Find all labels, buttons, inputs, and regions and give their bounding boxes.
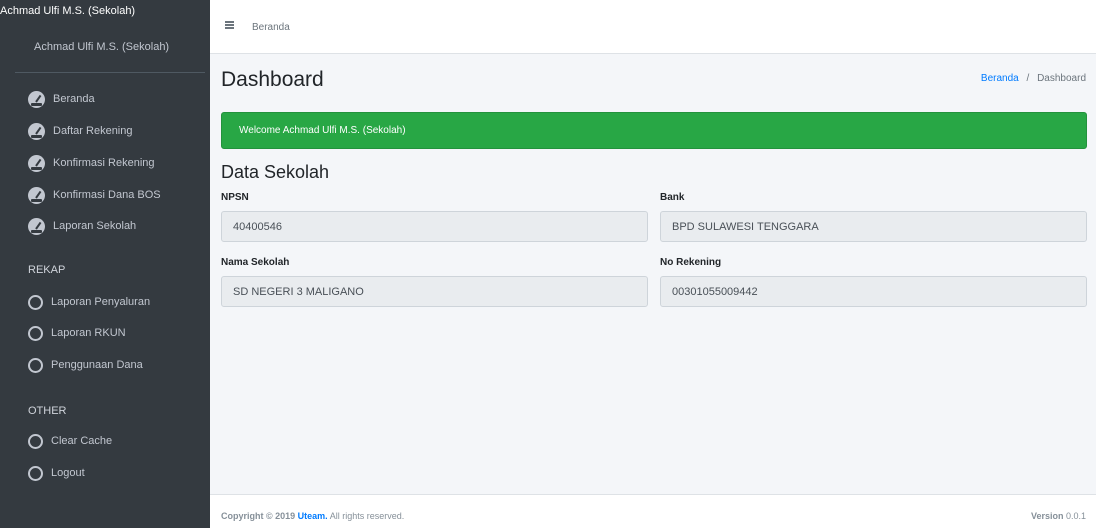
sidebar-item-laporan-rkun[interactable]: Laporan RKUN bbox=[28, 323, 126, 343]
sidebar-item-konfirmasi-dana-bos[interactable]: Konfirmasi Dana BOS bbox=[28, 185, 161, 205]
nav-link-beranda[interactable]: Beranda bbox=[252, 22, 290, 33]
top-navbar: Beranda bbox=[210, 0, 1096, 54]
breadcrumb: Beranda / Dashboard bbox=[981, 73, 1086, 84]
sidebar-divider bbox=[15, 72, 205, 73]
nama-sekolah-label: Nama Sekolah bbox=[221, 257, 290, 268]
sidebar-item-logout[interactable]: Logout bbox=[28, 463, 85, 483]
circle-icon bbox=[28, 433, 43, 449]
nama-sekolah-field[interactable] bbox=[221, 276, 648, 307]
sidebar-item-label: Konfirmasi Dana BOS bbox=[53, 189, 161, 201]
version-value: 0.0.1 bbox=[1065, 511, 1086, 521]
brand-link[interactable]: Achmad Ulfi M.S. (Sekolah) bbox=[0, 5, 135, 17]
copyright-prefix: Copyright © 2019 bbox=[221, 511, 296, 521]
sidebar-item-label: Penggunaan Dana bbox=[51, 359, 143, 371]
sidebar-item-label: Logout bbox=[51, 467, 85, 479]
circle-icon bbox=[28, 294, 43, 310]
npsn-field[interactable] bbox=[221, 211, 648, 242]
sidebar-item-daftar-rekening[interactable]: Daftar Rekening bbox=[28, 121, 133, 141]
sidebar-item-label: Konfirmasi Rekening bbox=[53, 157, 155, 169]
welcome-alert: Welcome Achmad Ulfi M.S. (Sekolah) bbox=[221, 112, 1087, 149]
tachometer-icon bbox=[28, 90, 45, 108]
sidebar-item-label: Clear Cache bbox=[51, 435, 113, 447]
version-info: Version 0.0.1 bbox=[1031, 511, 1086, 521]
tachometer-icon bbox=[28, 154, 45, 172]
sidebar-item-label: Beranda bbox=[53, 93, 95, 105]
circle-icon bbox=[28, 325, 43, 341]
circle-icon bbox=[28, 357, 43, 373]
nav-header-rekap: REKAP bbox=[28, 264, 66, 276]
sidebar-item-label: Laporan Penyaluran bbox=[51, 296, 151, 308]
user-panel-name[interactable]: Achmad Ulfi M.S. (Sekolah) bbox=[34, 41, 169, 53]
breadcrumb-separator: / bbox=[1026, 73, 1030, 84]
hamburger-icon[interactable] bbox=[225, 21, 234, 29]
circle-icon bbox=[28, 465, 43, 481]
npsn-label: NPSN bbox=[221, 192, 249, 203]
breadcrumb-current: Dashboard bbox=[1037, 73, 1086, 84]
footer: Copyright © 2019 Uteam. All rights reser… bbox=[210, 494, 1096, 528]
copyright: Copyright © 2019 Uteam. All rights reser… bbox=[221, 511, 404, 521]
sidebar-item-penggunaan-dana[interactable]: Penggunaan Dana bbox=[28, 355, 143, 375]
tachometer-icon bbox=[28, 217, 45, 235]
breadcrumb-home-link[interactable]: Beranda bbox=[981, 73, 1019, 84]
nav-header-other: OTHER bbox=[28, 405, 67, 417]
tachometer-icon bbox=[28, 122, 45, 140]
no-rekening-label: No Rekening bbox=[660, 257, 722, 268]
sidebar-item-clear-cache[interactable]: Clear Cache bbox=[28, 431, 112, 451]
sidebar-item-label: Laporan Sekolah bbox=[53, 220, 137, 232]
sidebar-item-laporan-sekolah[interactable]: Laporan Sekolah bbox=[28, 216, 136, 236]
section-title: Data Sekolah bbox=[221, 162, 330, 182]
version-label: Version bbox=[1030, 511, 1064, 521]
sidebar-item-label: Laporan RKUN bbox=[51, 327, 126, 339]
page-title: Dashboard bbox=[221, 68, 324, 91]
welcome-alert-text: Welcome Achmad Ulfi M.S. (Sekolah) bbox=[239, 125, 406, 136]
sidebar-item-konfirmasi-rekening[interactable]: Konfirmasi Rekening bbox=[28, 153, 155, 173]
sidebar-item-laporan-penyaluran[interactable]: Laporan Penyaluran bbox=[28, 292, 150, 312]
bank-label: Bank bbox=[660, 192, 685, 203]
sidebar-item-beranda[interactable]: Beranda bbox=[28, 89, 95, 109]
bank-field[interactable] bbox=[660, 211, 1087, 242]
copyright-rights: All rights reserved. bbox=[329, 511, 405, 521]
tachometer-icon bbox=[28, 186, 45, 204]
no-rekening-field[interactable] bbox=[660, 276, 1087, 307]
brand-link[interactable]: Uteam. bbox=[298, 511, 328, 521]
sidebar-item-label: Daftar Rekening bbox=[53, 125, 133, 137]
sidebar: Achmad Ulfi M.S. (Sekolah) Achmad Ulfi M… bbox=[0, 0, 210, 528]
